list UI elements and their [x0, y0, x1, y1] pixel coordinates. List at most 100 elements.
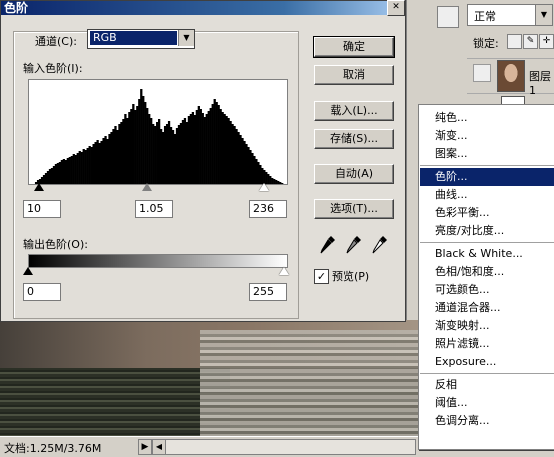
menu-item[interactable]: Exposure...	[420, 353, 554, 371]
lock-brush-icon[interactable]: ✎	[523, 34, 538, 49]
histogram-bar	[199, 109, 202, 184]
histogram	[28, 79, 288, 185]
input-black-slider[interactable]	[34, 183, 44, 191]
layer-visibility-icon[interactable]	[473, 64, 491, 82]
preview-checkbox[interactable]: ✓	[314, 269, 329, 284]
histogram-bar	[148, 114, 151, 184]
menu-item[interactable]: 图案...	[420, 145, 554, 163]
input-slider-track[interactable]	[27, 183, 287, 193]
histogram-bar	[140, 89, 143, 184]
histogram-bar	[183, 118, 187, 184]
output-black-field[interactable]: 0	[23, 283, 61, 301]
histogram-bar	[124, 114, 127, 184]
input-gamma-field[interactable]: 1.05	[135, 200, 173, 218]
menu-item[interactable]: 色彩平衡...	[420, 204, 554, 222]
save-button[interactable]: 存储(S)...	[314, 129, 394, 149]
lock-move-icon[interactable]: ✛	[539, 34, 554, 49]
lock-transparency-icon[interactable]	[507, 34, 522, 49]
histogram-bar	[175, 128, 179, 184]
menu-item[interactable]: 可选颜色...	[420, 281, 554, 299]
histogram-bar	[116, 130, 119, 184]
menu-item[interactable]: 阈值...	[420, 394, 554, 412]
input-levels-label: 输入色阶(I):	[23, 62, 83, 75]
menu-item[interactable]: 渐变...	[420, 127, 554, 145]
histogram-bar	[114, 126, 117, 184]
cancel-button[interactable]: 取消	[314, 65, 394, 85]
menu-item[interactable]: 纯色...	[420, 109, 554, 127]
gray-eyedropper-icon[interactable]	[346, 235, 362, 255]
histogram-bar	[108, 134, 111, 184]
histogram-bar	[253, 156, 256, 184]
menu-item[interactable]: 色相/饱和度...	[420, 263, 554, 281]
histogram-bar	[100, 141, 103, 184]
blend-mode-value: 正常	[474, 10, 496, 23]
scroll-left-icon[interactable]: ◀	[153, 440, 166, 454]
histogram-bar	[179, 123, 183, 184]
histogram-bar	[205, 114, 208, 184]
input-white-field[interactable]: 236	[249, 200, 287, 218]
options-button[interactable]: 选项(T)...	[314, 199, 394, 219]
histogram-bar	[215, 102, 218, 184]
palette-menu-icon[interactable]	[437, 6, 459, 28]
histogram-bar	[263, 170, 266, 184]
histogram-bar	[50, 168, 54, 184]
histogram-bar	[66, 158, 69, 184]
histogram-bar	[235, 129, 238, 184]
histogram-bar	[128, 112, 131, 184]
close-icon[interactable]: ✕	[387, 0, 405, 16]
histogram-bar	[94, 142, 97, 184]
histogram-bar	[221, 112, 224, 184]
dialog-titlebar[interactable]: 色阶 ✕	[1, 0, 405, 16]
histogram-bar	[86, 148, 89, 184]
histogram-bar	[255, 159, 258, 184]
input-white-slider[interactable]	[259, 183, 269, 191]
auto-button[interactable]: 自动(A)	[314, 164, 394, 184]
histogram-bar	[122, 119, 125, 184]
histogram-bar	[142, 96, 145, 184]
blend-mode-select[interactable]: 正常 ▼	[467, 4, 553, 26]
menu-item[interactable]: 反相	[420, 376, 554, 394]
menu-item[interactable]: 亮度/对比度...	[420, 222, 554, 240]
menu-item[interactable]: 照片滤镜...	[420, 335, 554, 353]
histogram-bar	[80, 152, 83, 184]
histogram-bar	[171, 130, 175, 184]
black-eyedropper-icon[interactable]	[320, 235, 336, 255]
output-black-slider[interactable]	[23, 267, 33, 275]
histogram-bar	[261, 168, 264, 184]
chevron-down-icon: ▼	[535, 5, 552, 25]
status-menu-arrow-icon[interactable]: ▶	[138, 439, 152, 455]
input-gamma-slider[interactable]	[142, 183, 152, 191]
histogram-bar	[120, 122, 123, 184]
histogram-bar	[84, 150, 87, 184]
menu-item[interactable]: 色调分离...	[420, 412, 554, 430]
histogram-bar	[181, 120, 185, 184]
histogram-bar	[126, 118, 129, 184]
histogram-bar	[161, 132, 165, 184]
document-canvas[interactable]	[0, 320, 420, 440]
horizontal-scrollbar[interactable]: ◀	[152, 439, 416, 455]
input-black-field[interactable]: 10	[23, 200, 61, 218]
channel-label: 通道(C):	[35, 35, 77, 48]
histogram-bar	[158, 119, 161, 184]
menu-item[interactable]: 色阶...	[420, 168, 554, 186]
menu-separator	[420, 373, 554, 374]
output-white-field[interactable]: 255	[249, 283, 287, 301]
histogram-bar	[231, 124, 234, 184]
menu-item[interactable]: Black & White...	[420, 245, 554, 263]
channel-select[interactable]: RGB ▼	[87, 29, 195, 49]
menu-item[interactable]: 曲线...	[420, 186, 554, 204]
ok-button[interactable]: 确定	[313, 36, 395, 58]
histogram-bar	[209, 108, 212, 184]
menu-item[interactable]: 通道混合器...	[420, 299, 554, 317]
levels-dialog: 色阶 ✕ 通道(C): RGB ▼ 输入色阶(I): 10 1.05 236 输…	[0, 0, 406, 322]
histogram-bar	[197, 106, 200, 184]
output-white-slider[interactable]	[279, 267, 289, 275]
menu-item[interactable]: 渐变映射...	[420, 317, 554, 335]
white-eyedropper-icon[interactable]	[372, 235, 388, 255]
histogram-bar	[219, 109, 222, 184]
dialog-title: 色阶	[4, 1, 29, 15]
load-button[interactable]: 载入(L)...	[314, 101, 394, 121]
output-slider-track[interactable]	[23, 267, 289, 277]
histogram-bar	[118, 124, 121, 184]
output-levels-label: 输出色阶(O):	[23, 238, 88, 251]
